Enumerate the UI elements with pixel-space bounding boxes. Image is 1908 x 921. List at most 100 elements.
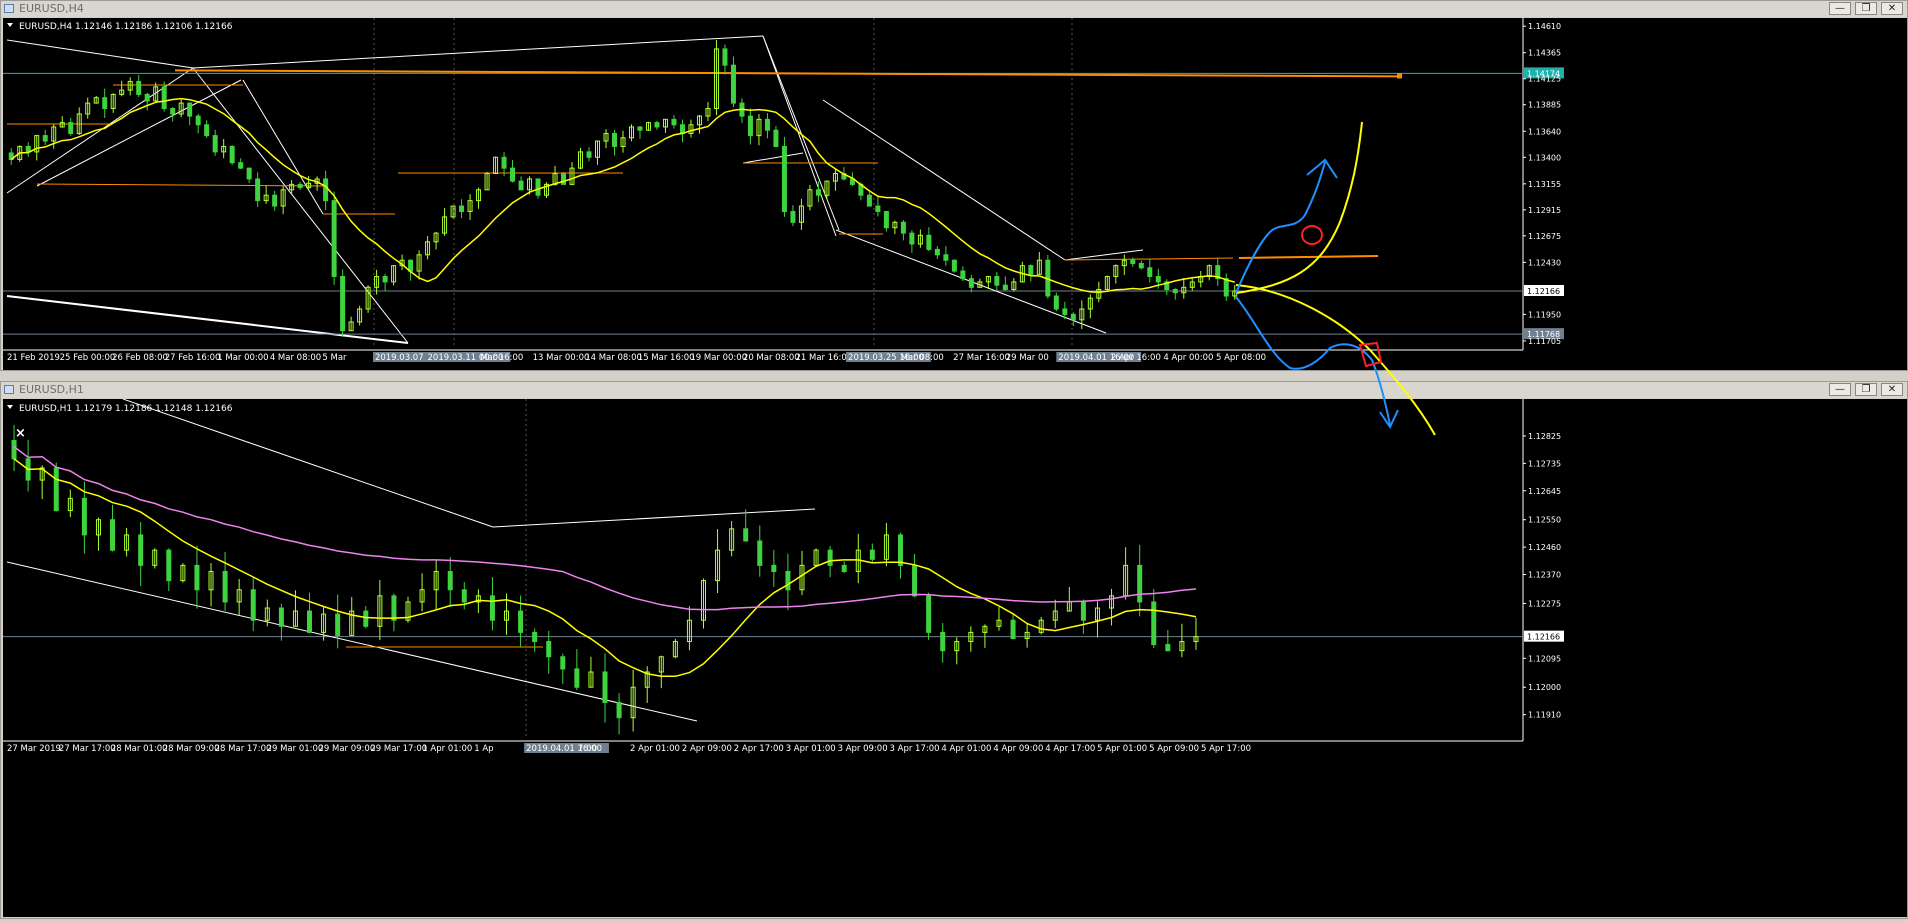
candle-body (747, 115, 753, 137)
window-titlebar-h4[interactable]: EURUSD,H4 — ❐ ✕ (1, 1, 1907, 17)
trendline (742, 152, 804, 164)
chart-area-h1[interactable]: EURUSD,H1 1.12179 1.12186 1.12148 1.1216… (3, 398, 1907, 917)
trendline (822, 99, 1066, 261)
restore-button[interactable]: ❐ (1855, 383, 1877, 396)
close-button[interactable]: ✕ (1881, 383, 1903, 396)
price-tick-label: 1.12370 (1528, 571, 1561, 580)
candle-body (841, 564, 847, 572)
chart-svg-h1[interactable]: EURUSD,H1 1.12179 1.12186 1.12148 1.1216… (3, 398, 1907, 917)
price-tick-label: 1.12460 (1528, 543, 1561, 552)
trendline (6, 295, 409, 344)
time-tick-label: 4 Apr 09:00 (993, 744, 1043, 754)
candle-body (968, 278, 974, 288)
candle-body (940, 631, 946, 652)
support-line (36, 183, 324, 187)
chart-area-h4[interactable]: EURUSD,H4 1.12146 1.12186 1.12106 1.1216… (3, 18, 1907, 370)
projected-level-line (1238, 255, 1379, 259)
chart-window-h4[interactable]: EURUSD,H4 — ❐ ✕ EURUSD,H4 1.12146 1.1218… (0, 0, 1908, 371)
candle-body (1053, 295, 1059, 310)
candle-body (1223, 278, 1229, 297)
candle-body (637, 126, 643, 131)
candle-body (827, 549, 833, 566)
candle-body (960, 270, 966, 280)
candle-body (912, 564, 918, 597)
candle-body (363, 610, 369, 627)
price-tick-label: 1.11705 (1528, 337, 1561, 346)
time-tick-label: 28 Mar 09:00 (163, 744, 220, 754)
time-tick-label: Mar 16:00 (480, 353, 523, 363)
candle-body (743, 528, 749, 542)
candle-body (561, 173, 567, 185)
candle-body (1028, 265, 1034, 275)
time-tick-label: 14 Mar 08:00 (585, 353, 642, 363)
time-tick-label: 4 Apr 17:00 (1045, 744, 1095, 754)
time-tick-label: 29 Mar 17:00 (370, 744, 427, 754)
candle-body (926, 234, 932, 250)
price-label: 1.12166 (1527, 633, 1560, 642)
candle-body (897, 534, 903, 566)
candle-body (307, 610, 313, 633)
level-anchor (1397, 73, 1402, 79)
time-tick-label: 29 Mar 01:00 (267, 744, 324, 754)
time-tick-label: 29 Mar 09:00 (318, 744, 375, 754)
price-tick-label: 1.13640 (1528, 127, 1561, 136)
restore-button[interactable]: ❐ (1855, 2, 1877, 15)
chart-info-h4: EURUSD,H4 1.12146 1.12186 1.12106 1.1216… (19, 22, 233, 32)
candle-body (447, 570, 453, 591)
price-tick-label: 1.12735 (1528, 459, 1561, 468)
candle-body (53, 467, 59, 512)
candle-body (110, 519, 116, 551)
candle-body (161, 86, 167, 110)
candle-body (535, 178, 541, 196)
candle-body (900, 221, 906, 234)
close-marker-icon: × (15, 426, 26, 441)
time-tick-label: 19 Mar 00:00 (690, 353, 747, 363)
moving-average-yellow (13, 458, 1197, 678)
time-tick-label: 2 Apr 16:00 (1111, 353, 1161, 363)
candle-body (170, 108, 176, 115)
candle-body (382, 275, 388, 283)
price-label: 1.12166 (1527, 287, 1560, 296)
candle-body (501, 156, 507, 169)
minimize-button[interactable]: — (1829, 2, 1851, 15)
price-tick-label: 1.12675 (1528, 232, 1561, 241)
candle-body (781, 145, 787, 212)
time-tick-label: 2 Apr 01:00 (630, 744, 680, 754)
candle-body (815, 189, 821, 196)
candle-body (1147, 267, 1153, 277)
candle-body (81, 497, 87, 536)
candle-body (764, 118, 770, 131)
candle-body (166, 549, 172, 582)
minimize-button[interactable]: — (1829, 383, 1851, 396)
time-tick-label: 27 Mar 16:00 (953, 353, 1010, 363)
candle-body (489, 595, 495, 621)
time-tick-label: 5 Apr 09:00 (1149, 744, 1199, 754)
candle-body (951, 259, 957, 272)
candle-body (1130, 259, 1136, 264)
chart-menu-triangle-icon[interactable] (7, 23, 13, 27)
candle-body (546, 641, 552, 658)
candle-body (869, 549, 875, 560)
candle-body (926, 595, 932, 633)
candle-body (679, 124, 685, 134)
price-tick-label: 1.12095 (1528, 654, 1561, 663)
candle-body (246, 167, 252, 180)
chart-menu-triangle-icon[interactable] (7, 405, 13, 409)
candle-body (272, 194, 278, 207)
candle-body (194, 564, 200, 591)
chart-window-h1[interactable]: EURUSD,H1 — ❐ ✕ EURUSD,H1 1.12179 1.1218… (0, 381, 1908, 919)
time-tick-label: 2 Apr 17:00 (734, 744, 784, 754)
candle-body (722, 48, 728, 66)
candle-body (1070, 313, 1076, 321)
time-tick-label: 5 Mar (322, 353, 347, 363)
close-button[interactable]: ✕ (1881, 2, 1903, 15)
candle-body (757, 540, 763, 566)
price-tick-label: 1.14125 (1528, 75, 1561, 84)
chart-svg-h4[interactable]: EURUSD,H4 1.12146 1.12186 1.12106 1.1216… (3, 18, 1907, 370)
window-titlebar-h1[interactable]: EURUSD,H1 — ❐ ✕ (1, 382, 1907, 398)
candle-body (255, 178, 261, 202)
candle-body (238, 162, 244, 169)
time-tick-label: 13 Mar 00:00 (533, 353, 590, 363)
candle-body (331, 200, 337, 277)
candle-body (773, 129, 779, 147)
